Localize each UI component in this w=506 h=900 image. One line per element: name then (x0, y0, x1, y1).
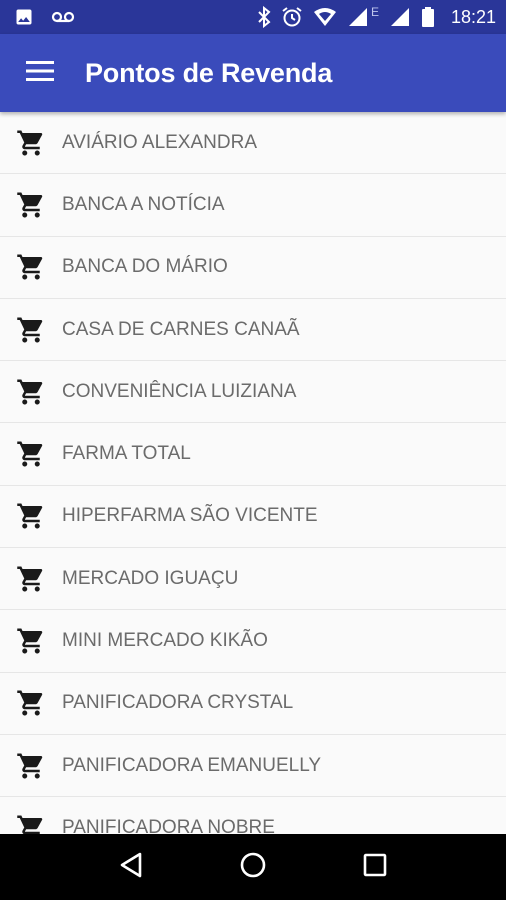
list-item[interactable]: CONVENIÊNCIA LUIZIANA (0, 361, 506, 424)
app-bar: Pontos de Revenda (0, 34, 506, 112)
hamburger-menu-icon (26, 60, 54, 87)
shopping-cart-icon (16, 688, 46, 718)
list-item-label: MERCADO IGUAÇU (62, 567, 239, 589)
voicemail-icon (50, 7, 76, 27)
back-icon (118, 851, 144, 884)
resellers-list: AVIÁRIO ALEXANDRA BANCA A NOTÍCIA BANCA … (0, 112, 506, 834)
home-icon (239, 851, 267, 884)
status-right-icons: E 18:21 (257, 5, 496, 28)
list-item-label: PANIFICADORA EMANUELLY (62, 754, 322, 776)
list-item[interactable]: PANIFICADORA CRYSTAL (0, 673, 506, 735)
image-icon (14, 7, 34, 27)
recents-button[interactable] (353, 845, 397, 889)
shopping-cart-icon (16, 626, 46, 656)
shopping-cart-icon (16, 377, 46, 407)
list-item-label: AVIÁRIO ALEXANDRA (62, 131, 257, 153)
shopping-cart-icon (16, 751, 46, 781)
list-item[interactable]: MERCADO IGUAÇU (0, 548, 506, 611)
shopping-cart-icon (16, 252, 46, 282)
list-item[interactable]: AVIÁRIO ALEXANDRA (0, 112, 506, 175)
shopping-cart-icon (16, 190, 46, 220)
status-time: 18:21 (450, 6, 496, 27)
status-left-icons (14, 7, 76, 27)
list-item-label: CASA DE CARNES CANAÃ (62, 318, 300, 340)
shopping-cart-icon (16, 315, 46, 345)
list-item[interactable]: MINI MERCADO KIKÃO (0, 610, 506, 673)
signal-icon (389, 6, 411, 28)
shopping-cart-icon (16, 501, 46, 531)
menu-button[interactable] (20, 53, 60, 93)
list-item[interactable]: BANCA DO MÁRIO (0, 237, 506, 299)
list-item[interactable]: PANIFICADORA EMANUELLY (0, 735, 506, 798)
list-item[interactable]: HIPERFARMA SÃO VICENTE (0, 486, 506, 549)
shopping-cart-icon (16, 813, 46, 834)
alarm-icon (281, 6, 303, 28)
list-item-label: HIPERFARMA SÃO VICENTE (62, 505, 318, 527)
recents-icon (363, 853, 387, 882)
list-item-label: CONVENIÊNCIA LUIZIANA (62, 380, 297, 402)
network-type-label: E (370, 5, 379, 19)
list-item[interactable]: CASA DE CARNES CANAÃ (0, 299, 506, 362)
status-bar: E 18:21 (0, 0, 506, 34)
list-item-label: MINI MERCADO KIKÃO (62, 630, 268, 652)
shopping-cart-icon (16, 564, 46, 594)
navigation-bar (0, 834, 506, 900)
signal-icon (347, 6, 369, 28)
list-item-label: PANIFICADORA NOBRE (62, 816, 275, 834)
bluetooth-icon (257, 6, 271, 28)
list-item[interactable]: FARMA TOTAL (0, 423, 506, 486)
back-button[interactable] (109, 845, 153, 889)
list-item-label: BANCA DO MÁRIO (62, 256, 228, 278)
list-item[interactable]: PANIFICADORA NOBRE (0, 797, 506, 834)
list-item-label: FARMA TOTAL (62, 443, 191, 465)
list-item[interactable]: BANCA A NOTÍCIA (0, 174, 506, 237)
battery-icon (421, 6, 435, 28)
shopping-cart-icon (16, 439, 46, 469)
shopping-cart-icon (16, 128, 46, 158)
wifi-icon (313, 7, 337, 27)
home-button[interactable] (231, 845, 275, 889)
list-item-label: PANIFICADORA CRYSTAL (62, 692, 294, 714)
list-item-label: BANCA A NOTÍCIA (62, 193, 225, 215)
page-title: Pontos de Revenda (85, 57, 333, 88)
